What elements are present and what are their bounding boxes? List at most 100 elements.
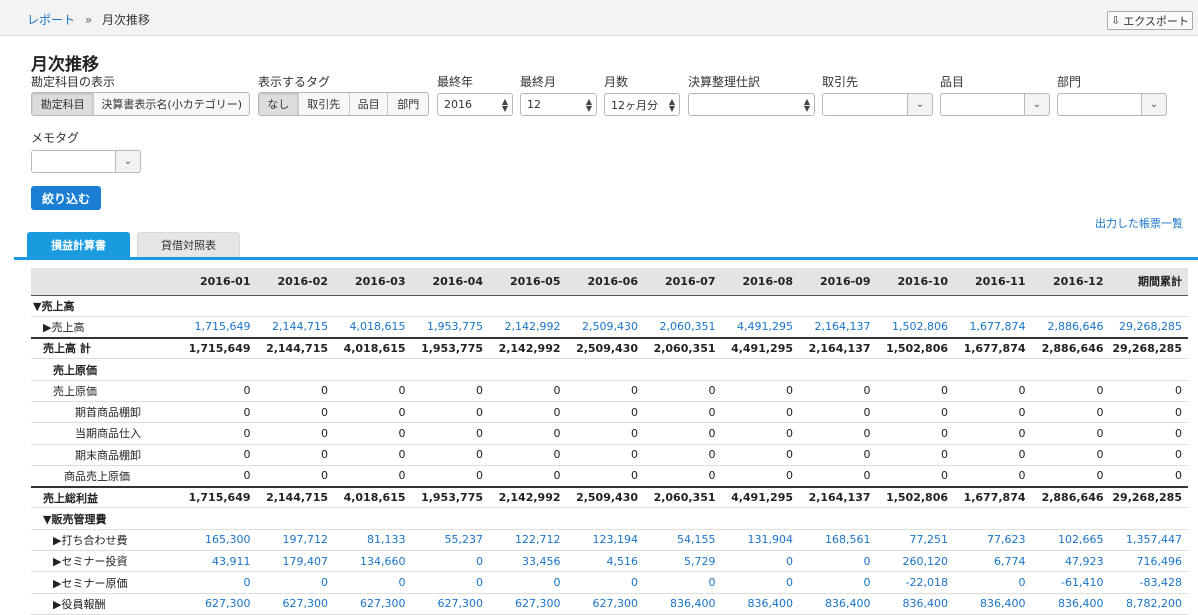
value-cell[interactable]: 0 [721, 550, 799, 573]
value-cell[interactable]: 47,923 [1031, 550, 1110, 573]
value-cell[interactable]: 102,665 [1031, 529, 1110, 552]
value-cell[interactable]: 77,251 [876, 529, 954, 552]
breadcrumb-reports-link[interactable]: レポート [27, 13, 75, 27]
filter-button[interactable]: 絞り込む [31, 186, 101, 210]
value-cell[interactable]: 0 [644, 571, 722, 594]
value-cell[interactable]: 1,715,649 [179, 316, 257, 339]
value-cell[interactable]: 4,516 [566, 550, 644, 573]
value-cell[interactable]: 29,268,285 [1109, 316, 1188, 339]
value-cell[interactable]: 836,400 [876, 593, 954, 615]
value-cell[interactable]: 2,144,715 [256, 316, 334, 339]
value-cell[interactable]: 179,407 [256, 550, 334, 573]
value-cell[interactable]: 1,677,874 [954, 316, 1032, 339]
row-label[interactable]: ▶打ち合わせ費 [31, 529, 179, 552]
value-cell[interactable]: 836,400 [721, 593, 799, 615]
value-cell[interactable]: 0 [954, 571, 1032, 594]
value-cell[interactable]: 123,194 [566, 529, 644, 552]
tag-display-dept[interactable]: 部門 [388, 93, 428, 115]
value-cell[interactable]: -61,410 [1031, 571, 1110, 594]
table-row[interactable]: ▶売上高 1,715,649 2,144,715 4,018,615 1,953,775… [31, 316, 1188, 339]
value-cell[interactable]: 1,953,775 [411, 316, 489, 339]
account-display-category[interactable]: 決算書表示名(小カテゴリー) [94, 93, 249, 115]
value-cell[interactable]: 81,133 [334, 529, 412, 552]
value-cell[interactable]: 627,300 [489, 593, 567, 615]
value-cell[interactable]: 627,300 [411, 593, 489, 615]
value-cell[interactable]: 122,712 [489, 529, 567, 552]
row-label[interactable]: ▶セミナー投資 [31, 550, 179, 573]
row-label[interactable]: ▶役員報酬 [31, 593, 179, 615]
value-cell[interactable]: 0 [411, 571, 489, 594]
value-cell[interactable]: 0 [566, 571, 644, 594]
memo-tag-input[interactable] [31, 150, 116, 173]
value-cell[interactable]: 627,300 [566, 593, 644, 615]
value-cell[interactable]: 55,237 [411, 529, 489, 552]
value-cell[interactable]: 131,904 [721, 529, 799, 552]
value-cell[interactable]: 165,300 [179, 529, 257, 552]
table-row[interactable]: ▶セミナー原価 0 0 0 0 0 0 0 0 0 -22,018 0 -61,410 -83,428 [31, 571, 1188, 594]
row-label[interactable]: ▼販売管理費 [31, 507, 179, 530]
value-cell[interactable]: 8,782,200 [1109, 593, 1188, 615]
value-cell[interactable]: 836,400 [799, 593, 877, 615]
row-label[interactable]: ▶セミナー原価 [31, 571, 179, 594]
output-reports-link[interactable]: 出力した帳票一覧 [1095, 215, 1183, 231]
table-row[interactable]: ▶セミナー投資 43,911 179,407 134,660 0 33,456 4,516 5… [31, 550, 1188, 573]
value-cell[interactable]: 0 [334, 571, 412, 594]
last-month-select[interactable]: 12 ▲ ▼ [520, 93, 597, 116]
value-cell[interactable]: 0 [179, 571, 257, 594]
partner-input[interactable] [822, 93, 908, 116]
table-row[interactable]: ▼販売管理費 [31, 507, 1188, 530]
value-cell[interactable]: 5,729 [644, 550, 722, 573]
table-row[interactable]: ▼売上高 [31, 295, 1188, 317]
last-year-select[interactable]: 2016 ▲ ▼ [437, 93, 513, 116]
value-cell[interactable]: 836,400 [954, 593, 1032, 615]
value-cell[interactable]: 627,300 [179, 593, 257, 615]
value-cell[interactable]: -22,018 [876, 571, 954, 594]
value-cell[interactable]: 836,400 [1031, 593, 1110, 615]
row-label[interactable]: ▶売上高 [31, 316, 179, 339]
account-display-account[interactable]: 勘定科目 [32, 93, 95, 115]
chevron-down-icon[interactable]: ⌄ [116, 150, 141, 173]
value-cell[interactable]: 260,120 [876, 550, 954, 573]
value-cell[interactable]: 0 [799, 571, 877, 594]
value-cell[interactable]: 2,142,992 [489, 316, 567, 339]
value-cell[interactable]: 0 [489, 571, 567, 594]
value-cell[interactable]: 77,623 [954, 529, 1032, 552]
value-cell[interactable]: 0 [411, 550, 489, 573]
value-cell[interactable]: 6,774 [954, 550, 1032, 573]
tag-display-partner[interactable]: 取引先 [299, 93, 350, 115]
tab-income-statement[interactable]: 損益計算書 [27, 232, 130, 257]
value-cell[interactable]: 0 [799, 550, 877, 573]
chevron-down-icon[interactable]: ⌄ [1142, 93, 1167, 116]
value-cell[interactable]: 168,561 [799, 529, 877, 552]
value-cell[interactable]: 134,660 [334, 550, 412, 573]
table-row[interactable]: ▶役員報酬 627,300 627,300 627,300 627,300 627,300… [31, 593, 1188, 615]
value-cell[interactable]: 1,502,806 [876, 316, 954, 339]
row-label[interactable]: ▼売上高 [31, 295, 179, 317]
export-button[interactable]: ⇩ エクスポート [1107, 11, 1193, 30]
tag-display-item[interactable]: 品目 [350, 93, 389, 115]
value-cell[interactable]: 2,509,430 [566, 316, 644, 339]
tag-display-none[interactable]: なし [259, 93, 299, 115]
item-input[interactable] [940, 93, 1025, 116]
months-select[interactable]: 12ヶ月分 ▲ ▼ [604, 93, 680, 116]
department-input[interactable] [1057, 93, 1142, 116]
value-cell[interactable]: 627,300 [334, 593, 412, 615]
value-cell[interactable]: 0 [721, 571, 799, 594]
value-cell[interactable]: 716,496 [1109, 550, 1188, 573]
closing-entry-select[interactable]: ▲ ▼ [688, 93, 815, 116]
value-cell[interactable]: 197,712 [256, 529, 334, 552]
chevron-down-icon[interactable]: ⌄ [908, 93, 933, 116]
value-cell[interactable]: 4,491,295 [721, 316, 799, 339]
value-cell[interactable]: 627,300 [256, 593, 334, 615]
value-cell[interactable]: 2,886,646 [1031, 316, 1110, 339]
value-cell[interactable]: 33,456 [489, 550, 567, 573]
value-cell[interactable]: 0 [256, 571, 334, 594]
value-cell[interactable]: 2,060,351 [644, 316, 722, 339]
value-cell[interactable]: 2,164,137 [799, 316, 877, 339]
tab-balance-sheet[interactable]: 貸借対照表 [137, 232, 240, 257]
chevron-down-icon[interactable]: ⌄ [1025, 93, 1050, 116]
value-cell[interactable]: 1,357,447 [1109, 529, 1188, 552]
value-cell[interactable]: 836,400 [644, 593, 722, 615]
value-cell[interactable]: 4,018,615 [334, 316, 412, 339]
value-cell[interactable]: 54,155 [644, 529, 722, 552]
